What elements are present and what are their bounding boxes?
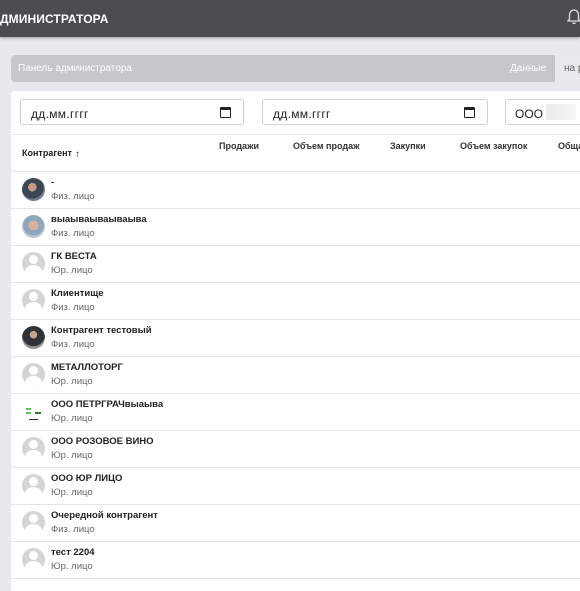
app-title: ДМИНИСТРАТОРА	[0, 12, 109, 26]
counterparty-name: Очередной контрагент	[51, 510, 158, 521]
default-user-icon	[22, 474, 45, 497]
counterparty-type: Физ. лицо	[51, 524, 95, 535]
default-user-icon	[22, 548, 45, 571]
counterparty-type: Юр. лицо	[51, 265, 93, 276]
avatar-photo	[22, 326, 45, 349]
breadcrumb-current-tab[interactable]: на р	[555, 55, 580, 82]
counterparty-name: ООО ЮР ЛИЦО	[51, 473, 123, 484]
counterparty-name: Контрагент тестовый	[51, 325, 152, 336]
breadcrumb-data[interactable]: Данные	[510, 63, 546, 74]
company-logo	[22, 400, 45, 423]
column-purchases-volume[interactable]: Объем закупок	[460, 141, 527, 151]
breadcrumb-admin-panel[interactable]: Панель администратора	[18, 63, 132, 74]
date-from-value: дд.мм.гггг	[31, 107, 89, 121]
column-counterparty[interactable]: Контрагент ↑	[22, 148, 80, 160]
table-row[interactable]: Очередной контрагент Физ. лицо	[11, 504, 580, 542]
table-row[interactable]: выаываываываыва Физ. лицо	[11, 208, 580, 246]
table-row[interactable]: МЕТАЛЛОТОРГ Юр. лицо	[11, 356, 580, 394]
counterparty-name: ГК ВЕСТА	[51, 251, 97, 262]
organization-redacted	[546, 104, 576, 120]
sort-up-icon[interactable]: ↑	[75, 149, 80, 160]
table-row[interactable]: Контрагент тестовый Физ. лицо	[11, 319, 580, 357]
counterparty-type: Юр. лицо	[51, 487, 93, 498]
default-user-icon	[22, 289, 45, 312]
avatar-photo	[22, 178, 45, 201]
table-header: Контрагент ↑ Продажи Объем продаж Закупки…	[11, 134, 580, 172]
column-purchases[interactable]: Закупки	[390, 141, 426, 151]
avatar-photo	[22, 215, 45, 238]
default-user-icon	[22, 252, 45, 275]
counterparty-name: выаываываываыва	[51, 214, 147, 225]
counterparty-type: Юр. лицо	[51, 376, 93, 387]
counterparty-name: ООО РОЗОВОЕ ВИНО	[51, 436, 154, 447]
default-user-icon	[22, 363, 45, 386]
table-row[interactable]: ООО ЮР ЛИЦО Юр. лицо	[11, 467, 580, 505]
counterparty-type: Физ. лицо	[51, 339, 95, 350]
breadcrumb-current-label: на р	[564, 63, 580, 74]
counterparty-name: Клиентище	[51, 288, 104, 299]
default-user-icon	[22, 437, 45, 460]
organization-select[interactable]: ООО "	[505, 99, 580, 125]
counterparties-card: дд.мм.гггг дд.мм.гггг ООО " Контрагент ↑ …	[11, 91, 580, 591]
counterparty-type: Юр. лицо	[51, 413, 93, 424]
table-row[interactable]: тест 2204 Юр. лицо	[11, 541, 580, 579]
column-total[interactable]: Обща	[558, 141, 580, 151]
table-row[interactable]: ГК ВЕСТА Юр. лицо	[11, 245, 580, 283]
column-sales[interactable]: Продажи	[219, 141, 259, 151]
table-row[interactable]: ООО ПЕТРГРАЧвыаыва Юр. лицо	[11, 393, 580, 431]
date-from-input[interactable]: дд.мм.гггг	[20, 99, 244, 125]
counterparty-name: ООО ПЕТРГРАЧвыаыва	[51, 399, 164, 410]
date-to-input[interactable]: дд.мм.гггг	[262, 99, 488, 125]
column-sales-volume[interactable]: Объем продаж	[293, 141, 359, 151]
bell-icon[interactable]	[567, 9, 580, 25]
calendar-icon[interactable]	[220, 107, 231, 118]
table-row[interactable]: ООО РОЗОВОЕ ВИНО Юр. лицо	[11, 430, 580, 468]
date-to-value: дд.мм.гггг	[273, 107, 331, 121]
table-row[interactable]: - Физ. лицо	[11, 171, 580, 209]
default-user-icon	[22, 511, 45, 534]
calendar-icon[interactable]	[464, 107, 475, 118]
counterparty-type: Физ. лицо	[51, 191, 95, 202]
counterparty-name: тест 2204	[51, 547, 95, 558]
counterparty-type: Юр. лицо	[51, 561, 93, 572]
top-bar: ДМИНИСТРАТОРА	[0, 0, 580, 37]
column-counterparty-label: Контрагент	[22, 148, 72, 158]
counterparty-type: Физ. лицо	[51, 302, 95, 313]
counterparty-type: Юр. лицо	[51, 450, 93, 461]
counterparty-name: МЕТАЛЛОТОРГ	[51, 362, 123, 373]
breadcrumb: Панель администратора Данные на р	[11, 55, 580, 82]
table-row[interactable]: Клиентище Физ. лицо	[11, 282, 580, 320]
counterparty-type: Физ. лицо	[51, 228, 95, 239]
counterparty-name: -	[51, 177, 55, 188]
